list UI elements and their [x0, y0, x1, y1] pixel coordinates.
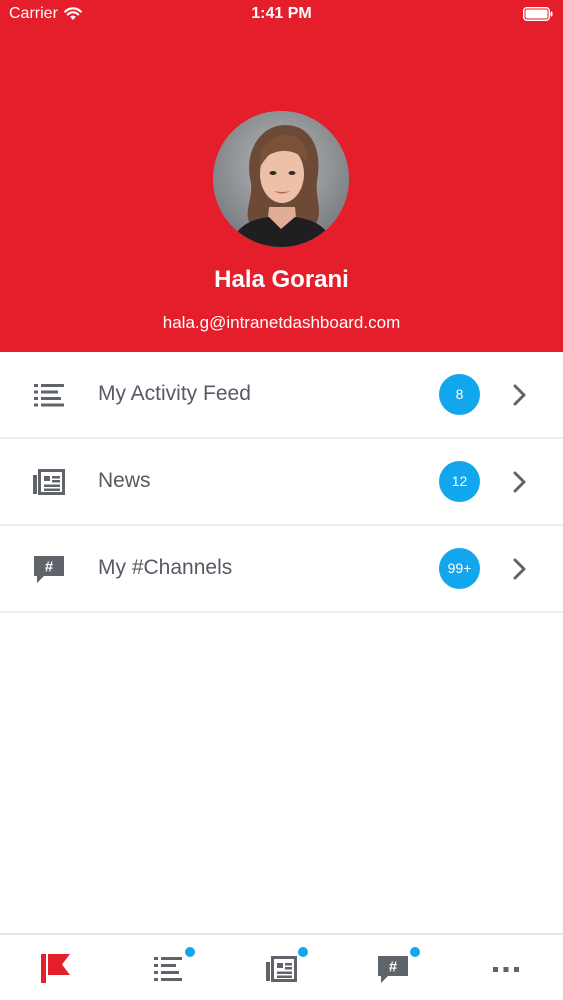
notification-dot [410, 947, 420, 957]
menu-item-label: My Activity Feed [98, 382, 251, 405]
status-time: 1:41 PM [251, 5, 312, 22]
count-badge: 8 [439, 374, 480, 415]
menu-item-channels[interactable]: # My #Channels 99+ [0, 526, 563, 613]
newspaper-icon [266, 956, 297, 982]
tab-channels[interactable]: # [337, 935, 449, 1000]
newspaper-icon [33, 469, 65, 495]
menu-item-label: My #Channels [98, 556, 233, 579]
profile-name: Hala Gorani [214, 266, 349, 293]
menu-item-activity-feed[interactable]: My Activity Feed 8 [0, 352, 563, 439]
status-bar: Carrier 1:41 PM [0, 0, 563, 30]
list-icon [34, 384, 64, 407]
chevron-right-icon [513, 471, 526, 493]
profile-screen: Carrier 1:41 PM Hala Gorani hala.g@intra… [0, 0, 563, 1000]
channel-chat-icon: # [378, 956, 408, 983]
tab-activity-feed[interactable] [112, 935, 224, 1000]
chevron-right-icon [513, 558, 526, 580]
avatar-photo [213, 111, 349, 247]
tab-news[interactable] [225, 935, 337, 1000]
avatar[interactable] [213, 111, 349, 247]
count-badge: 12 [439, 461, 480, 502]
profile-header: Carrier 1:41 PM Hala Gorani hala.g@intra… [0, 0, 563, 352]
more-icon [493, 967, 519, 972]
svg-text:#: # [45, 559, 54, 576]
profile-email: hala.g@intranetdashboard.com [162, 313, 401, 332]
tab-more[interactable] [450, 935, 562, 1000]
flag-icon [41, 954, 70, 983]
channel-chat-icon: # [34, 556, 64, 583]
tab-bar: # [0, 933, 563, 1000]
svg-text:#: # [389, 959, 398, 976]
menu-item-news[interactable]: News 12 [0, 439, 563, 526]
chevron-right-icon [513, 384, 526, 406]
list-icon [154, 957, 182, 981]
count-badge: 99+ [439, 548, 480, 589]
battery-icon [523, 7, 553, 21]
notification-dot [185, 947, 195, 957]
menu-item-label: News [98, 469, 151, 492]
notification-dot [298, 947, 308, 957]
tab-home[interactable] [0, 935, 112, 1000]
